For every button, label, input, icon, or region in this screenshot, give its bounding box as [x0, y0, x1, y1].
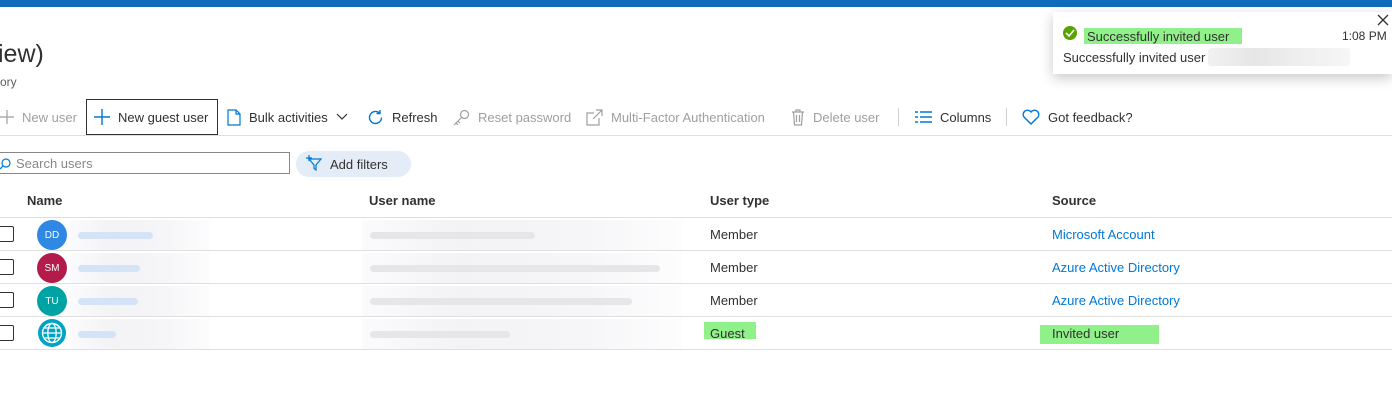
avatar-initials: SM — [44, 262, 60, 274]
avatar: TU — [37, 286, 67, 316]
avatar: SM — [37, 253, 67, 283]
mfa-label: Multi-Factor Authentication — [611, 109, 765, 125]
redacted-user-name — [362, 220, 682, 250]
column-header-source[interactable]: Source — [1052, 193, 1096, 208]
delete-user-label: Delete user — [813, 109, 880, 125]
source-link[interactable]: Azure Active Directory — [1052, 260, 1180, 275]
row-checkbox[interactable] — [0, 259, 14, 275]
toolbar-separator — [898, 108, 899, 126]
refresh-button[interactable]: Refresh — [367, 99, 438, 135]
notification-time: 1:08 PM — [1342, 29, 1387, 43]
row-divider — [0, 349, 1392, 350]
column-header-user-name[interactable]: User name — [369, 193, 435, 208]
heart-icon — [1022, 109, 1040, 125]
toolbar-separator — [1006, 108, 1007, 126]
chevron-down-icon — [336, 113, 348, 121]
page-title: iew) — [0, 40, 44, 68]
notification-toast[interactable]: Successfully invited user 1:08 PM Succes… — [1053, 12, 1392, 74]
avatar-initials: DD — [44, 229, 60, 241]
toolbar-divider — [0, 135, 1392, 136]
avatar — [37, 318, 67, 351]
column-header-name[interactable]: Name — [27, 193, 62, 208]
user-type-cell: Member — [710, 260, 758, 275]
trash-icon — [791, 108, 805, 126]
avatar-initials: TU — [45, 295, 59, 307]
delete-user-button[interactable]: Delete user — [791, 99, 879, 135]
search-input[interactable] — [16, 155, 276, 171]
plus-icon — [94, 109, 110, 125]
table-row[interactable]: DD Member Microsoft Account — [0, 218, 1392, 251]
command-bar: New user New guest user Bulk activities … — [0, 99, 1392, 135]
source-link[interactable]: Microsoft Account — [1052, 227, 1155, 242]
row-checkbox[interactable] — [0, 226, 14, 242]
row-checkbox[interactable] — [0, 325, 14, 341]
reset-password-button[interactable]: Reset password — [453, 99, 571, 135]
columns-icon — [915, 111, 932, 123]
redacted-email — [1208, 48, 1350, 66]
redacted-display-name[interactable] — [70, 319, 210, 349]
notification-message: Successfully invited user — [1063, 50, 1206, 65]
redacted-display-name[interactable] — [70, 220, 210, 250]
globe-icon — [37, 318, 67, 351]
column-header-user-type[interactable]: User type — [710, 193, 769, 208]
table-row[interactable]: SM Member Azure Active Directory — [0, 251, 1392, 284]
row-checkbox[interactable] — [0, 292, 14, 308]
refresh-icon — [367, 109, 384, 126]
avatar: DD — [37, 220, 67, 250]
add-filter-icon — [306, 154, 324, 174]
document-icon — [227, 108, 241, 126]
redacted-user-name — [362, 319, 682, 349]
new-guest-user-button[interactable]: New guest user — [86, 99, 218, 135]
bulk-activities-button[interactable]: Bulk activities — [227, 99, 348, 135]
page-subtitle: ory — [0, 75, 17, 89]
mfa-button[interactable]: Multi-Factor Authentication — [586, 99, 765, 135]
bulk-activities-label: Bulk activities — [249, 109, 328, 125]
new-user-button[interactable]: New user — [0, 99, 77, 135]
redacted-user-name — [362, 286, 682, 316]
add-filters-button[interactable]: Add filters — [296, 151, 411, 177]
redacted-display-name[interactable] — [70, 253, 210, 283]
external-link-icon — [586, 108, 603, 126]
columns-label: Columns — [940, 109, 992, 125]
plus-icon — [0, 110, 14, 124]
user-type-cell: Guest — [710, 326, 745, 341]
success-check-icon — [1063, 26, 1077, 40]
add-filters-label: Add filters — [330, 156, 388, 172]
reset-password-label: Reset password — [478, 109, 572, 125]
search-box[interactable] — [0, 152, 290, 174]
table-row[interactable]: Guest Invited user — [0, 317, 1392, 350]
notification-title: Successfully invited user — [1087, 29, 1230, 44]
redacted-display-name[interactable] — [70, 286, 210, 316]
close-icon[interactable] — [1377, 14, 1389, 29]
feedback-label: Got feedback? — [1048, 109, 1133, 125]
user-type-cell: Member — [710, 227, 758, 242]
table-row[interactable]: TU Member Azure Active Directory — [0, 284, 1392, 317]
new-user-label: New user — [22, 109, 77, 125]
user-type-cell: Member — [710, 293, 758, 308]
refresh-label: Refresh — [392, 109, 438, 125]
source-link[interactable]: Azure Active Directory — [1052, 293, 1180, 308]
portal-top-bar — [0, 0, 1392, 7]
key-icon — [453, 109, 470, 126]
feedback-button[interactable]: Got feedback? — [1022, 99, 1133, 135]
source-cell: Invited user — [1052, 326, 1120, 341]
redacted-user-name — [362, 253, 682, 283]
new-guest-user-label: New guest user — [118, 109, 209, 125]
columns-button[interactable]: Columns — [915, 99, 991, 135]
